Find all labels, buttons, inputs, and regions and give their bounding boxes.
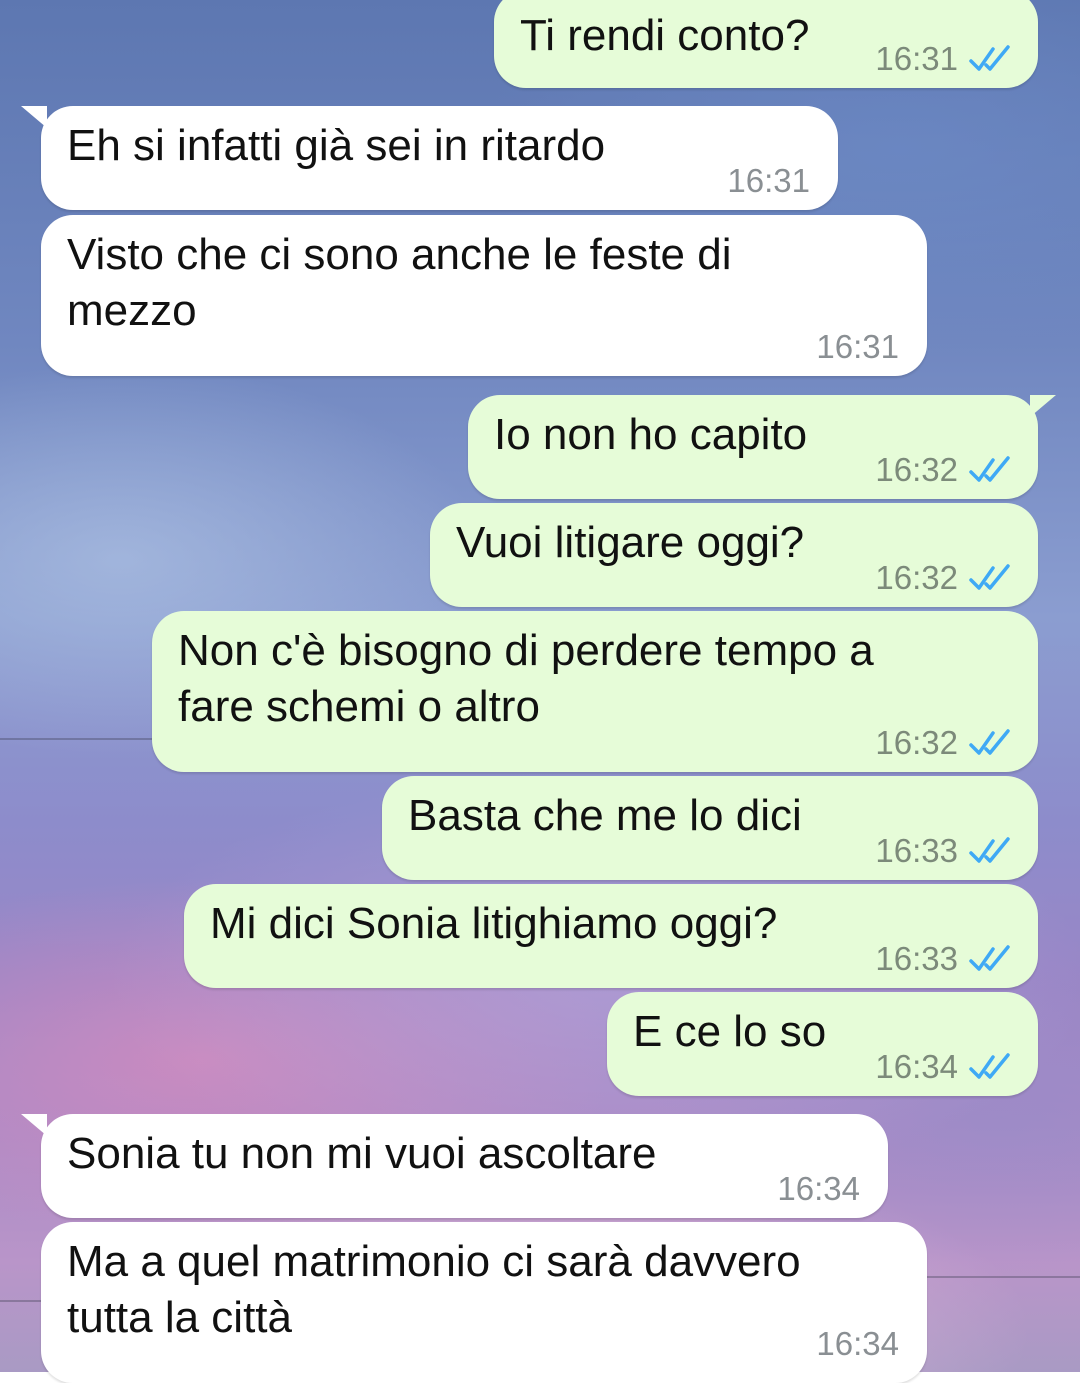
message-time: 16:31 <box>816 328 899 365</box>
message-meta: 16:32 <box>875 453 1012 487</box>
message-time: 16:34 <box>875 1048 958 1085</box>
message-time: 16:33 <box>875 832 958 869</box>
message-meta: 16:33 <box>875 834 1012 868</box>
message-meta: 16:31 <box>727 164 810 198</box>
message-bubble-outgoing[interactable]: Mi dici Sonia litighiamo oggi? 16:33 <box>184 884 1038 988</box>
message-text: Eh si infatti già sei in ritardo <box>67 121 606 170</box>
message-time: 16:33 <box>875 940 958 977</box>
message-meta: 16:34 <box>777 1172 860 1206</box>
wallpaper-wire <box>920 1276 1080 1278</box>
message-bubble-incoming[interactable]: Ma a quel matrimonio ci sarà davvero tut… <box>41 1222 927 1383</box>
message-bubble-outgoing[interactable]: Non c'è bisogno di perdere tempo a fare … <box>152 611 1038 772</box>
message-meta: 16:31 <box>816 330 899 364</box>
message-text: Vuoi litigare oggi? <box>456 518 805 567</box>
message-meta: 16:34 <box>875 1050 1012 1084</box>
double-check-icon <box>969 837 1010 863</box>
message-time: 16:32 <box>875 559 958 596</box>
message-bubble-outgoing[interactable]: Io non ho capito 16:32 <box>468 395 1056 499</box>
double-check-icon <box>969 729 1010 755</box>
double-check-icon <box>969 564 1010 590</box>
message-meta: 16:31 <box>875 42 1012 76</box>
message-text: Ti rendi conto? <box>520 11 810 60</box>
bubble-tail <box>21 106 47 128</box>
message-bubble-outgoing[interactable]: E ce lo so 16:34 <box>607 992 1038 1096</box>
double-check-icon <box>969 945 1010 971</box>
message-text-line: Ma a quel matrimonio ci sarà davvero <box>67 1237 801 1286</box>
message-bubble-incoming[interactable]: Sonia tu non mi vuoi ascoltare 16:34 <box>21 1114 888 1218</box>
message-bubble-incoming[interactable]: Eh si infatti già sei in ritardo 16:31 <box>21 106 838 210</box>
message-time: 16:34 <box>777 1170 860 1207</box>
double-check-icon <box>969 456 1010 482</box>
message-text-line: Non c'è bisogno di perdere tempo a <box>178 626 874 675</box>
message-meta: 16:32 <box>875 561 1012 595</box>
message-time: 16:31 <box>727 162 810 199</box>
double-check-icon <box>969 45 1010 71</box>
wallpaper-wire <box>0 738 170 740</box>
message-time: 16:34 <box>816 1325 899 1362</box>
message-bubble-outgoing[interactable]: Basta che me lo dici 16:33 <box>382 776 1038 880</box>
message-time: 16:32 <box>875 451 958 488</box>
message-text-line: Visto che ci sono anche le feste di <box>67 230 732 279</box>
message-text-line: tutta la città <box>67 1293 293 1342</box>
bubble-tail <box>1030 395 1056 417</box>
message-text: E ce lo so <box>633 1007 827 1056</box>
message-text: Io non ho capito <box>494 410 808 459</box>
message-time: 16:32 <box>875 724 958 761</box>
message-text: Mi dici Sonia litighiamo oggi? <box>210 899 778 948</box>
message-text: Basta che me lo dici <box>408 791 802 840</box>
message-meta: 16:33 <box>875 942 1012 976</box>
message-bubble-incoming[interactable]: Visto che ci sono anche le feste di mezz… <box>41 215 927 376</box>
double-check-icon <box>969 1053 1010 1079</box>
bubble-tail <box>21 1114 47 1136</box>
message-meta: 16:32 <box>875 726 1012 760</box>
message-text: Sonia tu non mi vuoi ascoltare <box>67 1129 657 1178</box>
message-bubble-outgoing[interactable]: Vuoi litigare oggi? 16:32 <box>430 503 1038 607</box>
message-text-line: mezzo <box>67 286 197 335</box>
message-meta: 16:34 <box>816 1327 899 1361</box>
message-bubble-outgoing[interactable]: Ti rendi conto? 16:31 <box>494 0 1038 88</box>
message-time: 16:31 <box>875 40 958 77</box>
